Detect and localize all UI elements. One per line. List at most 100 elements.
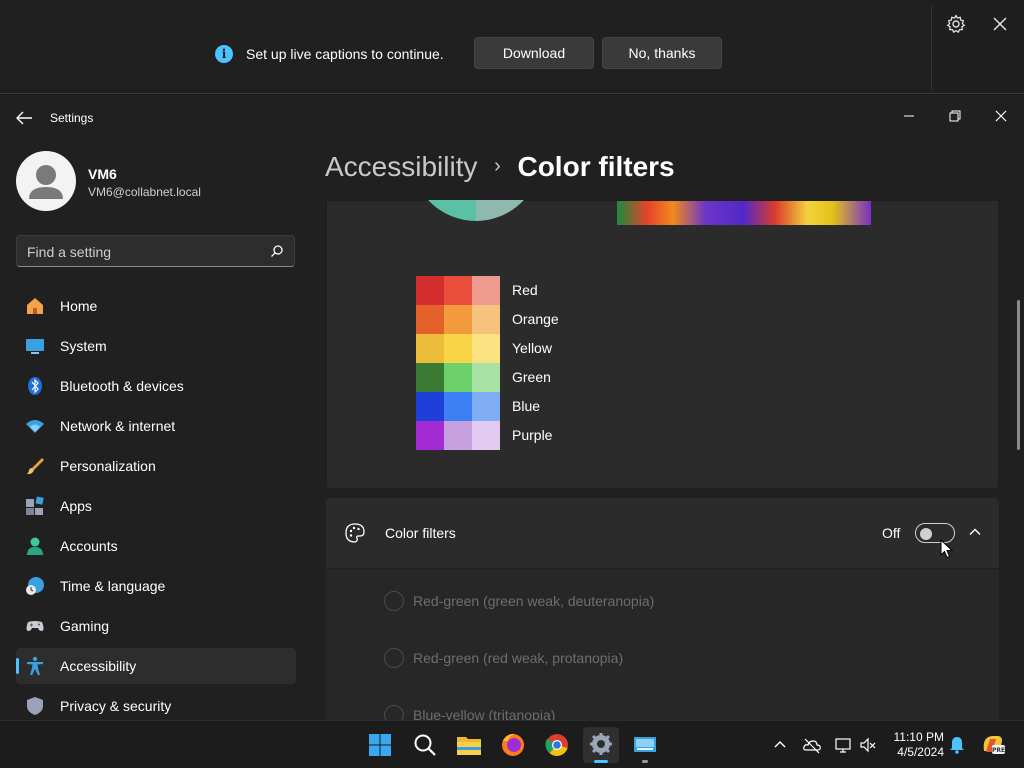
swatch: [444, 334, 472, 363]
volume-muted-icon[interactable]: [858, 735, 878, 755]
sidebar-item-gaming[interactable]: Gaming: [16, 608, 296, 644]
breadcrumb-separator: ›: [494, 155, 501, 177]
sidebar-item-network[interactable]: Network & internet: [16, 408, 296, 444]
gear-icon[interactable]: [946, 14, 966, 34]
copilot-icon[interactable]: PRE: [980, 731, 1006, 757]
filter-option-label: Blue-yellow (tritanopia): [413, 707, 556, 720]
taskbar-remote-desktop[interactable]: [627, 727, 663, 763]
swatch: [472, 276, 500, 305]
avatar[interactable]: [16, 151, 76, 211]
content-area: Red Orange Yellow Green Blue Purple Colo…: [326, 200, 1000, 720]
search-icon: [414, 734, 436, 756]
swatch: [416, 392, 444, 421]
scrollbar[interactable]: [1017, 300, 1020, 450]
swatch: [416, 421, 444, 450]
taskbar-firefox[interactable]: [495, 727, 531, 763]
search-icon[interactable]: [270, 244, 284, 258]
sidebar-item-label: Accounts: [60, 538, 118, 554]
radio-button[interactable]: [384, 705, 404, 720]
sidebar-item-label: Accessibility: [60, 658, 137, 674]
no-thanks-button[interactable]: No, thanks: [602, 37, 722, 69]
sidebar-item-accessibility[interactable]: Accessibility: [16, 648, 296, 684]
search-box[interactable]: [16, 235, 295, 267]
preview-photo: [617, 201, 871, 225]
close-icon[interactable]: [986, 101, 1016, 131]
sidebar-item-home[interactable]: Home: [16, 288, 296, 324]
swatch: [472, 392, 500, 421]
svg-text:PRE: PRE: [992, 747, 1005, 754]
sidebar-item-personalization[interactable]: Personalization: [16, 448, 296, 484]
back-arrow-icon[interactable]: [14, 109, 34, 127]
radio-button[interactable]: [384, 591, 404, 611]
sidebar-item-system[interactable]: System: [16, 328, 296, 364]
wifi-icon: [26, 420, 44, 433]
active-indicator: [594, 760, 608, 763]
swatch: [472, 334, 500, 363]
swatch: [444, 305, 472, 334]
swatch: [472, 421, 500, 450]
display-icon[interactable]: [834, 735, 854, 755]
swatch: [472, 305, 500, 334]
chevron-up-icon[interactable]: [967, 524, 983, 540]
windows-start-button[interactable]: [362, 727, 398, 763]
toggle-state-label: Off: [882, 525, 901, 541]
sidebar-item-apps[interactable]: Apps: [16, 488, 296, 524]
sidebar-item-time-language[interactable]: Time & language: [16, 568, 296, 604]
live-captions-panel: i Set up live captions to continue. Down…: [4, 6, 932, 90]
taskbar-file-explorer[interactable]: [451, 727, 487, 763]
sidebar-item-privacy[interactable]: Privacy & security: [16, 688, 296, 724]
taskbar: 11:10 PM 4/5/2024 PRE: [0, 720, 1024, 768]
live-captions-bar: i Set up live captions to continue. Down…: [0, 0, 1024, 94]
breadcrumb-parent[interactable]: Accessibility: [325, 151, 477, 182]
color-filters-setting[interactable]: Color filters Off: [326, 498, 999, 568]
shield-icon: [27, 697, 43, 715]
minimize-icon[interactable]: [894, 101, 924, 131]
mouse-cursor-icon: [940, 539, 954, 559]
swatch: [444, 392, 472, 421]
onedrive-offline-icon[interactable]: [802, 735, 822, 755]
windows-start-icon: [369, 734, 391, 756]
chevron-up-icon[interactable]: [770, 735, 790, 755]
filter-option-label: Red-green (green weak, deuteranopia): [413, 593, 655, 609]
sidebar-nav: Home System Bluetooth & devices Network …: [16, 288, 296, 728]
bluetooth-icon: [28, 377, 42, 395]
color-filters-title: Color filters: [385, 525, 456, 541]
swatch: [472, 363, 500, 392]
color-filter-options: Red-green (green weak, deuteranopia) Red…: [326, 569, 999, 720]
swatch-label: Green: [512, 369, 551, 385]
swatch-label: Orange: [512, 311, 559, 327]
swatch: [416, 363, 444, 392]
swatch-label: Purple: [512, 427, 553, 443]
clock-date: 4/5/2024: [897, 745, 944, 759]
taskbar-settings[interactable]: [583, 727, 619, 763]
maximize-icon[interactable]: [940, 101, 970, 131]
radio-button[interactable]: [384, 648, 404, 668]
sidebar-item-label: System: [60, 338, 107, 354]
home-icon: [27, 298, 43, 314]
chrome-icon: [545, 734, 568, 756]
breadcrumb: Accessibility › Color filters: [325, 151, 675, 191]
taskbar-chrome[interactable]: [539, 727, 575, 763]
download-button[interactable]: Download: [474, 37, 594, 69]
taskbar-search-button[interactable]: [407, 727, 443, 763]
sidebar-item-accounts[interactable]: Accounts: [16, 528, 296, 564]
palette-icon: [345, 523, 365, 543]
search-input[interactable]: [27, 242, 257, 262]
user-email: VM6@collabnet.local: [88, 185, 201, 199]
sidebar-item-bluetooth[interactable]: Bluetooth & devices: [16, 368, 296, 404]
toggle-knob: [920, 528, 932, 540]
brush-icon: [27, 458, 44, 475]
notification-bell-icon[interactable]: [947, 735, 967, 755]
globe-clock-icon: [26, 577, 44, 595]
system-clock[interactable]: 11:10 PM 4/5/2024: [886, 730, 944, 760]
app-title: Settings: [50, 111, 94, 125]
close-icon[interactable]: [990, 14, 1010, 34]
settings-icon: [590, 733, 612, 755]
swatch: [416, 334, 444, 363]
clock-time: 11:10 PM: [893, 730, 944, 744]
accounts-icon: [27, 537, 43, 555]
accessibility-icon: [27, 656, 43, 675]
sidebar-item-label: Personalization: [60, 458, 156, 474]
firefox-icon: [502, 733, 524, 756]
user-name: VM6: [88, 166, 117, 182]
